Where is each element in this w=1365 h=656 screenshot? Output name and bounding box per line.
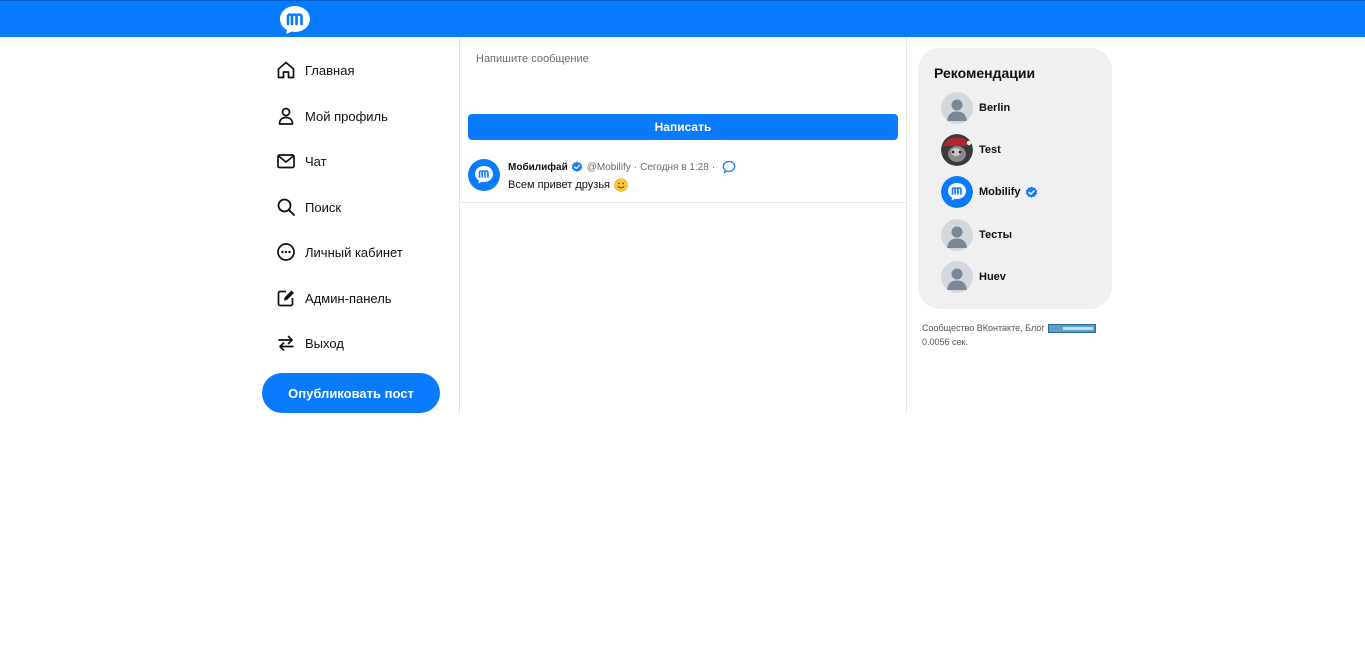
swap-arrows-icon <box>278 335 294 351</box>
liveinternet-counter-badge[interactable] <box>1047 323 1096 333</box>
recommendation-item[interactable]: Test <box>941 134 1001 166</box>
sidebar-item-label: Поиск <box>305 199 342 215</box>
post-text: Всем привет друзья <box>508 179 611 191</box>
search-icon <box>277 198 295 216</box>
sidebar-item-label: Личный кабинет <box>305 244 403 260</box>
sidebar-item-account[interactable]: Личный кабинет <box>276 239 403 265</box>
recommendation-item[interactable]: Тесты <box>941 219 1012 251</box>
recommendations-title: Рекомендации <box>934 65 1036 81</box>
footer: Сообщество ВКонтакте, Блог 0.0056 сек. <box>922 321 1096 349</box>
feed-column: Напишите сообщение Написать Мобилифай @M… <box>460 37 907 414</box>
default-avatar <box>941 219 973 251</box>
recommendation-name: Mobilify <box>979 186 1021 198</box>
user-icon <box>278 107 294 125</box>
mobilify-avatar <box>941 176 973 208</box>
recommendation-name: Huev <box>979 271 1006 283</box>
feed-post[interactable]: Мобилифай @Mobilify · Сегодня в 1:28 · В… <box>460 149 907 203</box>
sidebar-item-label: Мой профиль <box>305 108 388 124</box>
recommendation-name: Test <box>979 144 1001 156</box>
verified-icon <box>1025 186 1037 198</box>
recommendation-item[interactable]: Berlin <box>941 92 1010 124</box>
sidebar-item-home[interactable]: Главная <box>276 57 354 83</box>
mobilify-logo-icon[interactable] <box>279 5 311 35</box>
avatar[interactable] <box>468 159 500 191</box>
default-avatar <box>941 92 973 124</box>
sidebar-item-admin[interactable]: Админ-панель <box>276 285 392 311</box>
mail-icon <box>277 154 295 169</box>
post-header: Мобилифай @Mobilify · Сегодня в 1:28 · <box>508 160 736 174</box>
verified-icon <box>571 161 583 172</box>
comment-icon[interactable] <box>722 160 736 174</box>
message-input[interactable]: Напишите сообщение <box>476 53 896 103</box>
page-load-time: 0.0056 сек. <box>922 337 968 347</box>
sidebar-item-label: Чат <box>305 153 327 169</box>
default-avatar <box>941 261 973 293</box>
post-time[interactable]: Сегодня в 1:28 <box>640 162 709 173</box>
recommendation-item[interactable]: Huev <box>941 261 1006 293</box>
edit-icon <box>277 290 294 307</box>
recommendation-name: Тесты <box>979 229 1013 241</box>
home-icon <box>277 61 295 79</box>
photo-avatar <box>941 134 973 166</box>
sidebar-item-label: Главная <box>305 62 355 78</box>
sidebar-item-label: Админ-панель <box>305 290 392 306</box>
smile-emoji <box>614 178 628 192</box>
vk-community-link[interactable]: Сообщество ВКонтакте <box>922 321 1020 335</box>
post-author[interactable]: Мобилифай <box>508 162 568 173</box>
sidebar-item-profile[interactable]: Мой профиль <box>276 103 388 129</box>
recommendation-name: Berlin <box>979 102 1011 114</box>
sidebar-item-search[interactable]: Поиск <box>276 194 341 220</box>
post-body: Всем привет друзья <box>508 178 628 192</box>
blog-link[interactable]: Блог <box>1025 321 1044 335</box>
sidebar-item-chat[interactable]: Чат <box>276 148 327 174</box>
write-button[interactable]: Написать <box>468 114 898 140</box>
more-circle-icon <box>277 243 295 261</box>
footer-comma: , <box>1020 323 1023 333</box>
recommendation-item[interactable]: Mobilify <box>941 176 1038 208</box>
sidebar-item-logout[interactable]: Выход <box>276 330 344 356</box>
left-sidebar: Главная Мой профиль Чат Поиск Личный каб… <box>262 37 460 414</box>
recommendations-panel: Рекомендации Berlin Test Mobilify Тесты … <box>918 48 1112 309</box>
sidebar-item-label: Выход <box>305 335 344 351</box>
top-bar <box>0 0 1365 37</box>
separator-dot: · <box>633 161 638 173</box>
publish-post-button[interactable]: Опубликовать пост <box>262 373 440 413</box>
separator-dot: · <box>711 161 716 173</box>
post-handle[interactable]: @Mobilify <box>587 162 631 173</box>
